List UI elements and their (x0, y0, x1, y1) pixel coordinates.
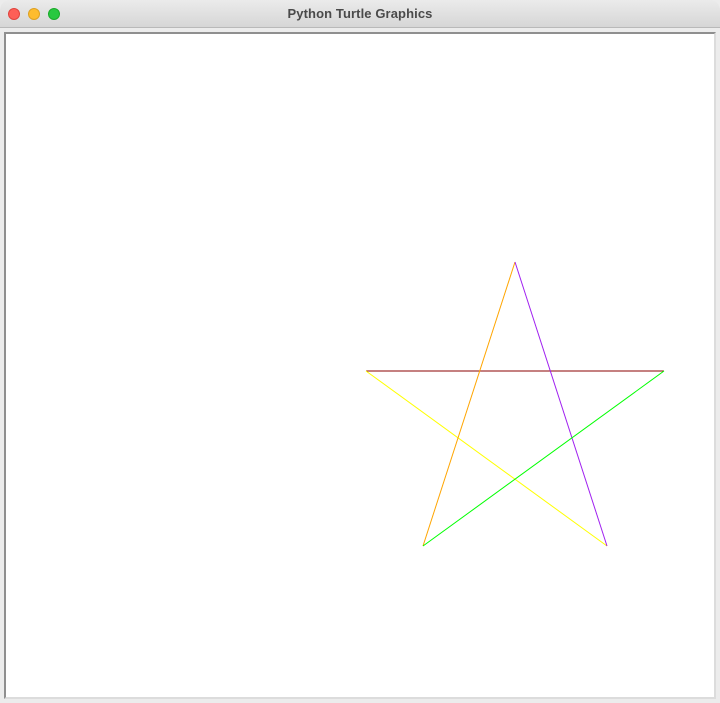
window-title: Python Turtle Graphics (287, 6, 433, 21)
turtle-canvas[interactable] (6, 34, 714, 697)
star-segment-downstroke (514, 261, 608, 547)
canvas-frame (4, 32, 716, 699)
turtle-window: Python Turtle Graphics (0, 0, 720, 703)
star-segment-left (365, 370, 608, 547)
star-segment-upstroke (422, 261, 516, 547)
star-segment-right (422, 370, 665, 547)
title-bar[interactable]: Python Turtle Graphics (0, 0, 720, 28)
